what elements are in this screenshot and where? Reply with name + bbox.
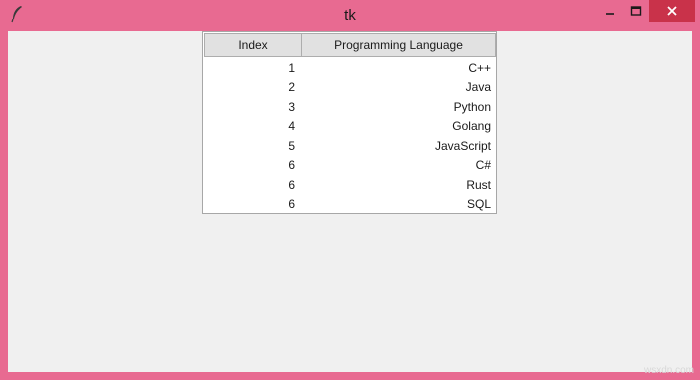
- maximize-icon: [630, 6, 642, 16]
- column-header-language[interactable]: Programming Language: [301, 33, 496, 57]
- treeview-table[interactable]: Index Programming Language 1 C++ 2 Java …: [202, 31, 497, 214]
- language-cell: C++: [468, 60, 491, 75]
- table-header: Index Programming Language: [204, 33, 496, 57]
- client-area: Index Programming Language 1 C++ 2 Java …: [8, 31, 692, 372]
- language-cell: C#: [475, 158, 491, 173]
- column-header-index[interactable]: Index: [204, 33, 302, 57]
- index-cell: 6: [288, 197, 295, 212]
- table-row[interactable]: 6 SQL: [204, 195, 496, 215]
- table-row[interactable]: 3 Python: [204, 97, 496, 117]
- table-body: 1 C++ 2 Java 3 Python 4 Golang 5 JavaScr…: [204, 58, 496, 214]
- index-cell: 2: [288, 80, 295, 95]
- close-button[interactable]: [649, 0, 695, 22]
- title-bar[interactable]: tk: [0, 0, 700, 30]
- table-row[interactable]: 4 Golang: [204, 117, 496, 137]
- table-row[interactable]: 5 JavaScript: [204, 136, 496, 156]
- watermark-text: wsxdn.com: [643, 365, 694, 376]
- table-row[interactable]: 2 Java: [204, 78, 496, 98]
- table-row[interactable]: 6 Rust: [204, 175, 496, 195]
- app-window: tk Index Programming Language 1 C++ 2 Ja…: [0, 0, 700, 380]
- close-icon: [667, 6, 677, 16]
- language-cell: Golang: [452, 119, 491, 134]
- index-cell: 6: [288, 177, 295, 192]
- window-title: tk: [344, 7, 356, 24]
- language-cell: Python: [453, 99, 491, 114]
- index-cell: 4: [288, 119, 295, 134]
- table-row[interactable]: 6 C#: [204, 156, 496, 176]
- index-cell: 6: [288, 158, 295, 173]
- index-cell: 1: [288, 60, 295, 75]
- maximize-button[interactable]: [623, 0, 649, 22]
- language-cell: SQL: [466, 197, 491, 212]
- index-cell: 3: [288, 99, 295, 114]
- minimize-icon: [606, 13, 614, 15]
- language-cell: JavaScript: [434, 138, 491, 153]
- index-cell: 5: [288, 138, 295, 153]
- language-cell: Rust: [466, 177, 491, 192]
- minimize-button[interactable]: [597, 0, 623, 22]
- table-row[interactable]: 1 C++: [204, 58, 496, 78]
- language-cell: Java: [465, 80, 491, 95]
